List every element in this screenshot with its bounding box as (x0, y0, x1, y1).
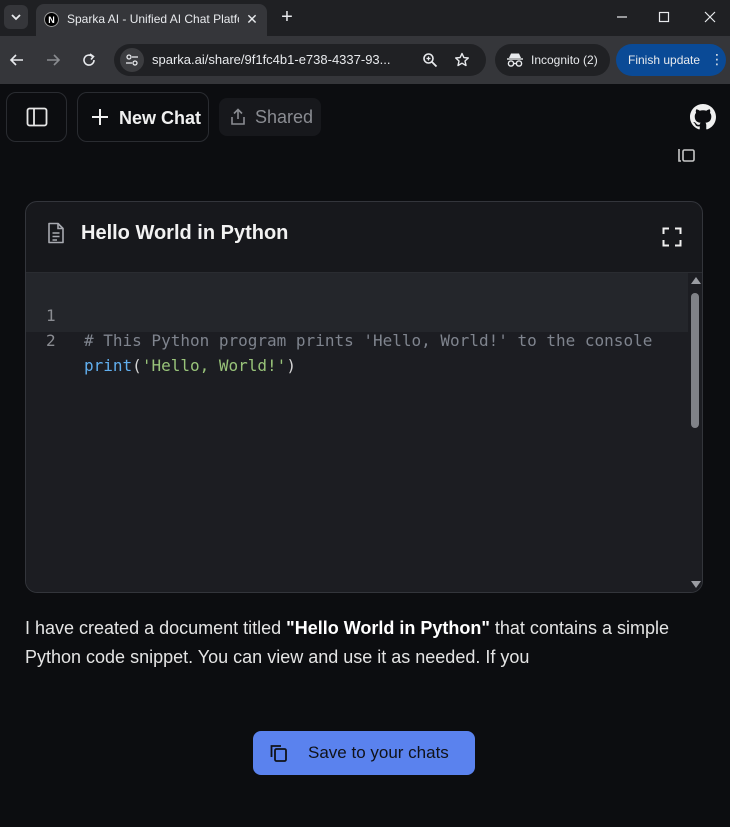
code-statement: print('Hello, World!') (84, 353, 296, 378)
maximize-button[interactable] (650, 4, 678, 30)
code-paren-close: ) (286, 356, 296, 375)
code-function: print (84, 356, 133, 375)
incognito-indicator[interactable]: Incognito (2) (495, 44, 610, 76)
shared-button[interactable]: Shared (219, 98, 321, 136)
finish-update-button[interactable]: Finish update ⋮ (616, 44, 726, 76)
scroll-up-arrow-icon[interactable] (691, 277, 701, 284)
save-to-chats-label: Save to your chats (308, 743, 449, 762)
kebab-menu-icon[interactable]: ⋮ (710, 51, 724, 67)
code-string: 'Hello, World!' (141, 356, 287, 375)
close-window-button[interactable] (696, 4, 724, 30)
close-icon (704, 11, 716, 23)
site-info-icon[interactable] (120, 48, 144, 72)
browser-tab-active[interactable]: N Sparka AI - Unified AI Chat Platform ✕ (36, 4, 267, 36)
share-icon (229, 108, 247, 126)
browser-toolbar: sparka.ai/share/9f1fc4b1-e738-4337-93...… (0, 36, 730, 84)
copy-icon (270, 745, 287, 762)
document-title: Hello World in Python (81, 222, 289, 244)
file-text-icon (48, 222, 64, 244)
code-line: 1 # This Python program prints 'Hello, W… (26, 278, 688, 350)
back-button[interactable] (5, 48, 29, 72)
maximize-icon (658, 11, 670, 23)
assistant-message: I have created a document titled "Hello … (25, 614, 705, 672)
reload-button[interactable] (77, 48, 101, 72)
document-header: Hello World in Python (26, 202, 702, 272)
incognito-icon (507, 53, 523, 67)
bookmark-star-icon[interactable] (454, 52, 470, 68)
new-chat-label: New Chat (119, 108, 202, 128)
sparka-favicon-icon: N (44, 12, 59, 27)
plus-icon (88, 105, 112, 129)
copy-icon[interactable] (676, 147, 696, 165)
browser-tab-strip: N Sparka AI - Unified AI Chat Platform ✕… (0, 0, 730, 36)
line-number: 2 (46, 331, 56, 350)
scroll-down-arrow-icon[interactable] (691, 581, 701, 588)
toggle-sidebar-button[interactable] (6, 92, 67, 142)
zoom-icon[interactable] (422, 52, 438, 68)
app-header: New Chat Shared (0, 84, 730, 148)
address-bar[interactable]: sparka.ai/share/9f1fc4b1-e738-4337-93... (114, 44, 486, 76)
shared-label: Shared (255, 107, 314, 127)
document-card: Hello World in Python 1 # This Python pr… (25, 201, 703, 593)
finish-update-label: Finish update (628, 53, 701, 67)
scrollbar-thumb[interactable] (691, 293, 699, 428)
minimize-icon (617, 16, 627, 18)
chevron-down-icon (11, 14, 21, 21)
message-text-before: I have created a document titled (25, 618, 287, 638)
sidebar-icon (26, 107, 47, 127)
tab-close-icon[interactable]: ✕ (244, 11, 260, 27)
github-icon[interactable] (690, 104, 716, 130)
code-line: 2 print('Hello, World!') (26, 303, 688, 375)
arrow-right-icon (47, 54, 61, 66)
minimize-button[interactable] (608, 4, 636, 30)
url-text: sparka.ai/share/9f1fc4b1-e738-4337-93... (152, 52, 391, 67)
message-doc-title: "Hello World in Python" (286, 618, 490, 638)
code-comment: # This Python program prints 'Hello, Wor… (84, 331, 653, 350)
save-to-chats-button[interactable]: Save to your chats (253, 731, 475, 775)
code-editor[interactable]: 1 # This Python program prints 'Hello, W… (26, 272, 702, 592)
fullscreen-icon[interactable] (662, 227, 682, 247)
new-tab-button[interactable]: + (276, 6, 298, 28)
forward-button[interactable] (41, 48, 65, 72)
tab-title: Sparka AI - Unified AI Chat Platform (67, 12, 239, 26)
tab-search-button[interactable] (4, 5, 28, 29)
new-chat-button[interactable]: New Chat (77, 92, 209, 142)
arrow-left-icon (9, 54, 23, 66)
code-paren-open: ( (132, 356, 142, 375)
incognito-label: Incognito (2) (531, 53, 598, 67)
reload-icon (83, 53, 95, 66)
